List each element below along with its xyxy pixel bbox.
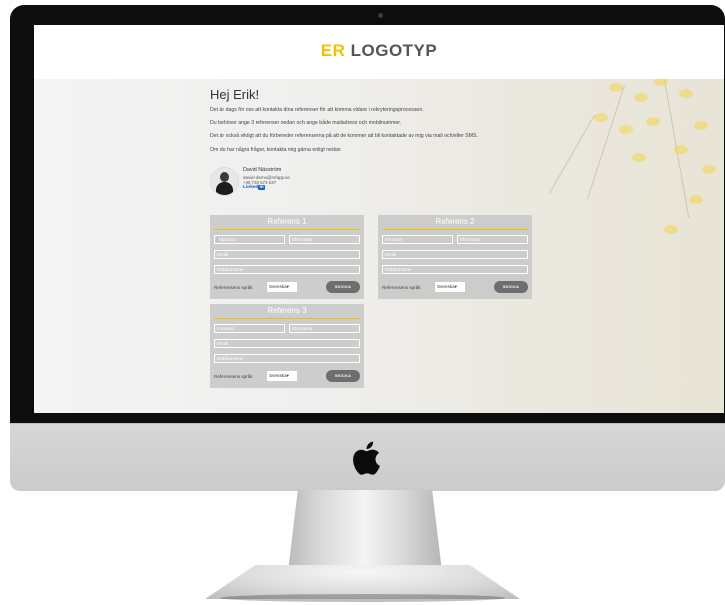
mobile-field[interactable]: Mobilnummer: [214, 354, 360, 363]
monitor-neck: [288, 490, 442, 570]
linkedin-icon: in: [258, 185, 265, 190]
language-label: Referensens språk: [214, 374, 253, 379]
linkedin-link[interactable]: Linkedin: [243, 185, 265, 190]
screen-bezel: ER LOGOTYP Hej Erik! Det är dags för oss…: [10, 5, 725, 423]
email-field[interactable]: Email: [214, 339, 360, 348]
send-button[interactable]: SKICKA: [326, 281, 360, 293]
mobile-field[interactable]: Mobilnummer: [214, 265, 360, 274]
reference-title: Referens 2: [435, 217, 475, 226]
reference-card-3: Referens 3 Förnamn Efternamn Email Mobil…: [210, 304, 364, 388]
logo-text: LOGOTYP: [350, 41, 438, 60]
email-field[interactable]: Email: [382, 250, 528, 259]
greeting-heading: Hej Erik!: [210, 87, 260, 102]
intro-section: Hej Erik! Det är dags för oss att kontak…: [210, 87, 550, 160]
language-select[interactable]: Svenska▾: [435, 282, 465, 292]
recruiter-contact: David Näsström david+demo@refapp.se +46 …: [210, 167, 330, 199]
lastname-field[interactable]: Efternamn: [457, 235, 528, 244]
page-header: ER LOGOTYP: [34, 25, 724, 79]
email-field[interactable]: Email: [214, 250, 360, 259]
avatar: [210, 167, 239, 196]
intro-paragraph: Om du har några frågor, kontakta mig gär…: [210, 146, 341, 153]
reference-title: Referens 3: [267, 306, 307, 315]
apple-logo-icon: [353, 441, 380, 475]
title-divider: [214, 318, 360, 319]
send-button[interactable]: SKICKA: [494, 281, 528, 293]
language-select[interactable]: Svenska▾: [267, 282, 297, 292]
lastname-field[interactable]: Efternamn: [289, 235, 360, 244]
language-label: Referensens språk: [382, 285, 421, 290]
send-button[interactable]: SKICKA: [326, 370, 360, 382]
screen: ER LOGOTYP Hej Erik! Det är dags för oss…: [34, 25, 724, 413]
contact-name: David Näsström: [243, 167, 282, 173]
linkedin-label: Linked: [243, 185, 259, 190]
language-select[interactable]: Svenska▾: [267, 371, 297, 381]
stand-shadow: [220, 594, 505, 602]
logo: ER LOGOTYP: [34, 41, 724, 61]
camera-icon: [378, 13, 383, 18]
imac-mockup: ER LOGOTYP Hej Erik! Det är dags för oss…: [0, 0, 725, 605]
title-divider: [382, 229, 528, 230]
firstname-field[interactable]: |Förnamn: [214, 235, 285, 244]
intro-paragraph: Det är också viktigt att du förbereder r…: [210, 133, 478, 140]
reference-title: Referens 1: [267, 217, 307, 226]
firstname-field[interactable]: Förnamn: [382, 235, 453, 244]
firstname-field[interactable]: Förnamn: [214, 324, 285, 333]
intro-paragraph: Det är dags för oss att kontakta dina re…: [210, 107, 424, 113]
intro-paragraph: Du behöver ange 3 referenser nedan och a…: [210, 120, 402, 127]
logo-accent: ER: [320, 41, 346, 60]
language-label: Referensens språk: [214, 285, 253, 290]
title-divider: [214, 229, 360, 230]
lastname-field[interactable]: Efternamn: [289, 324, 360, 333]
reference-card-2: Referens 2 Förnamn Efternamn Email Mobil…: [378, 215, 532, 299]
mobile-field[interactable]: Mobilnummer: [382, 265, 528, 274]
reference-card-1: Referens 1 |Förnamn Efternamn Email Mobi…: [210, 215, 364, 299]
